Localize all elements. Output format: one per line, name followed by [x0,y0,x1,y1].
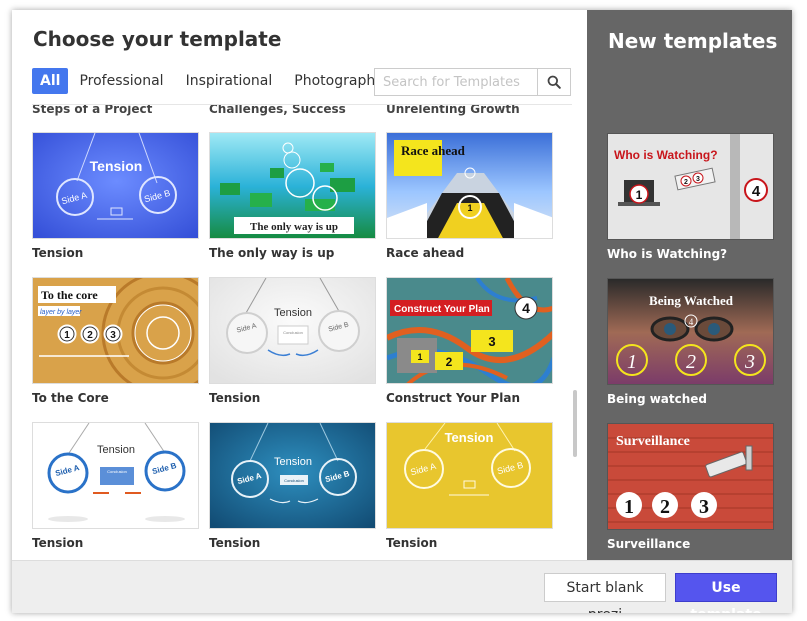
template-thumbnail: Tension Side A Side B Conclusion [32,422,199,529]
thumb-text: 1 [624,496,634,518]
thumb-text: 4 [752,183,761,200]
template-label: Tension [209,536,261,550]
thumb-text: Tension [274,307,312,319]
search-input[interactable] [375,69,537,95]
thumb-text: Conclusion [283,330,303,335]
template-card-race-ahead[interactable]: Race ahead 1 Race ahead [386,132,553,260]
thumb-text: Surveillance [616,434,690,449]
template-card-to-the-core[interactable]: To the core layer by layer 1 2 3 To the … [32,277,199,405]
thumb-text: 3 [696,176,700,183]
template-thumbnail: Tension Side A Side B [386,422,553,529]
template-label: Construct Your Plan [386,391,520,405]
thumb-text: 4 [522,300,530,316]
template-card-only-way-up[interactable]: The only way is up The only way is up [209,132,376,260]
thumb-text: 1 [627,351,637,373]
thumb-text: 2 [686,351,696,373]
search-button[interactable] [537,69,570,95]
template-dialog: Choose your template All Professional In… [12,10,792,613]
thumb-text: 2 [684,179,688,186]
thumb-text: Who is Watching? [614,148,718,162]
template-thumbnail: Race ahead 1 [386,132,553,239]
thumb-text: Tension [97,444,135,456]
thumb-text: Conclusion [284,478,304,483]
thumb-text: layer by layer [40,309,82,316]
thumb-text: Tension [445,430,494,445]
template-label: Who is Watching? [607,247,728,261]
thumb-text: Tension [90,158,143,174]
dialog-title: Choose your template [33,27,282,51]
template-thumbnail: To the core layer by layer 1 2 3 [32,277,199,384]
template-label: Unrelenting Growth [386,105,520,116]
thumb-text: 3 [744,351,755,373]
thumb-text: The only way is up [250,221,338,233]
template-card-tension-blue[interactable]: Tension Side A Side B Tension [32,132,199,260]
search-box [374,68,571,96]
new-template-card-being-watched[interactable]: Being Watched 4 1 2 3 Being watched [607,278,774,406]
thumb-text: 4 [689,317,694,327]
dialog-footer: Start blank prezi Use template [12,560,792,613]
thumb-text: To the core [41,288,98,302]
thumb-text: Conclusion [107,469,127,474]
template-label: Steps of a Project [32,105,153,116]
template-card-tension-white[interactable]: Tension Side A Side B Conclusion Tension [32,422,199,550]
template-label: Tension [209,391,261,405]
use-template-button[interactable]: Use template [675,573,777,613]
thumb-text: Construct Your Plan [394,304,490,315]
new-template-card-who-is-watching[interactable]: Who is Watching? 1 3 2 4 Who is Watching… [607,133,774,261]
start-blank-prezi-button[interactable]: Start blank prezi [544,573,666,613]
template-thumbnail: Tension Side A Side B Conclusion [209,277,376,384]
thumb-text: 2 [87,330,93,341]
thumb-text: Being Watched [649,293,734,308]
template-thumbnail: Who is Watching? 1 3 2 4 [607,133,774,240]
tab-all[interactable]: All [32,68,69,94]
new-templates-title: New templates [608,29,778,53]
grid-scrollbar[interactable] [573,390,577,457]
template-thumbnail: Tension Side A Side B [32,132,199,239]
thumb-text: 3 [110,330,116,341]
template-label: Challenges, Success [209,105,346,116]
template-label: To the Core [32,391,109,405]
template-thumbnail: Tension Side A Side B Conclusion [209,422,376,529]
thumb-text: Tension [274,456,312,468]
template-browser: Choose your template All Professional In… [12,10,587,560]
tab-professional[interactable]: Professional [68,68,174,94]
thumb-text: 1 [417,352,422,362]
template-label: Tension [32,536,84,550]
template-card-construct-plan[interactable]: Construct Your Plan 4 3 2 1 Construct Yo… [386,277,553,405]
thumb-text: 2 [446,355,453,369]
thumb-text: 1 [64,330,70,341]
template-label: Being watched [607,392,708,406]
thumb-text: 2 [660,496,670,518]
new-template-card-surveillance[interactable]: Surveillance 1 2 3 Surveillance [607,423,774,551]
template-label: Tension [386,536,438,550]
template-label: Tension [32,246,84,260]
thumb-text: Race ahead [401,143,466,158]
category-tabs: All Professional Inspirational Photograp… [32,68,398,94]
template-grid: Steps of a Project Challenges, Success U… [32,105,572,560]
template-card-tension-yellow[interactable]: Tension Side A Side B Tension [386,422,553,550]
template-label: The only way is up [209,246,335,260]
template-label: Surveillance [607,537,691,551]
template-label: Race ahead [386,246,465,260]
template-thumbnail: The only way is up [209,132,376,239]
thumb-text: 3 [699,496,709,518]
search-icon [547,75,561,89]
template-thumbnail: Construct Your Plan 4 3 2 1 [386,277,553,384]
tab-inspirational[interactable]: Inspirational [175,68,284,94]
thumb-text: 1 [636,188,643,202]
template-card-tension-teal[interactable]: Tension Side A Side B Conclusion Tension [209,422,376,550]
thumb-text: 1 [467,203,472,213]
thumb-text: 3 [488,334,495,349]
template-card-tension-light[interactable]: Tension Side A Side B Conclusion Tension [209,277,376,405]
template-thumbnail: Surveillance 1 2 3 [607,423,774,530]
template-thumbnail: Being Watched 4 1 2 3 [607,278,774,385]
new-templates-panel: New templates Who is Watching? 1 3 2 4 W… [587,10,792,560]
